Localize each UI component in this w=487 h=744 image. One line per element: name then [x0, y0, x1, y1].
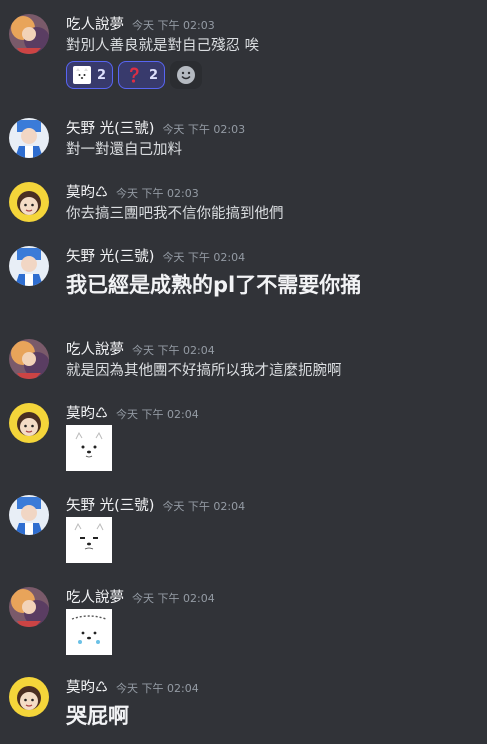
- add-reaction-button[interactable]: [170, 61, 203, 89]
- username[interactable]: 莫昀♺: [66, 185, 108, 201]
- avatar[interactable]: [9, 403, 49, 443]
- chat-message-list: 吃人說夢 今天 下午 02:03 對別人善良就是對自己殘忍 唉 2 2 矢野 光(…: [0, 0, 487, 744]
- reaction-count: 2: [97, 67, 107, 83]
- avatar[interactable]: [9, 118, 49, 158]
- dog-face-icon: [73, 66, 91, 84]
- red-question-mark-icon: [130, 67, 139, 83]
- reaction-count: 2: [149, 67, 159, 83]
- timestamp: 今天 下午 02:03: [132, 19, 215, 32]
- timestamp: 今天 下午 02:04: [116, 408, 199, 421]
- avatar[interactable]: [9, 587, 49, 627]
- avatar[interactable]: [9, 246, 49, 286]
- avatar[interactable]: [9, 14, 49, 54]
- avatar[interactable]: [9, 495, 49, 535]
- timestamp: 今天 下午 02:04: [132, 592, 215, 605]
- reaction-bar: 2 2: [66, 61, 203, 89]
- avatar[interactable]: [9, 677, 49, 717]
- username[interactable]: 矢野 光(三號): [66, 121, 154, 137]
- reaction-dog-face[interactable]: 2: [66, 61, 114, 89]
- timestamp: 今天 下午 02:03: [116, 187, 199, 200]
- username[interactable]: 矢野 光(三號): [66, 249, 154, 265]
- username[interactable]: 吃人說夢: [66, 590, 124, 606]
- dog-sticker-image[interactable]: [66, 425, 112, 471]
- message-text: 哭屁啊: [66, 704, 129, 728]
- username[interactable]: 莫昀♺: [66, 406, 108, 422]
- add-reaction-smiley-icon: [177, 66, 196, 84]
- timestamp: 今天 下午 02:04: [162, 251, 246, 264]
- reaction-question-mark[interactable]: 2: [118, 61, 166, 89]
- avatar[interactable]: [9, 339, 49, 379]
- username[interactable]: 吃人說夢: [66, 17, 124, 33]
- username[interactable]: 莫昀♺: [66, 680, 108, 696]
- timestamp: 今天 下午 02:04: [162, 500, 246, 513]
- timestamp: 今天 下午 02:04: [132, 344, 215, 357]
- message-text: 對別人善良就是對自己殘忍 唉: [66, 38, 260, 54]
- username[interactable]: 矢野 光(三號): [66, 498, 154, 514]
- timestamp: 今天 下午 02:04: [116, 682, 199, 695]
- message-text: 對一對還自己加料: [66, 142, 182, 158]
- message-text: 我已經是成熟的pl了不需要你捅: [66, 273, 362, 297]
- username[interactable]: 吃人說夢: [66, 342, 124, 358]
- timestamp: 今天 下午 02:03: [162, 123, 246, 136]
- message-text: 就是因為其他團不好搞所以我才這麼扼腕啊: [66, 363, 342, 379]
- message-text: 你去搞三團吧我不信你能搞到他們: [66, 206, 284, 222]
- dog-sticker-image[interactable]: [66, 517, 112, 563]
- avatar[interactable]: [9, 182, 49, 222]
- dog-sticker-image[interactable]: [66, 609, 112, 655]
